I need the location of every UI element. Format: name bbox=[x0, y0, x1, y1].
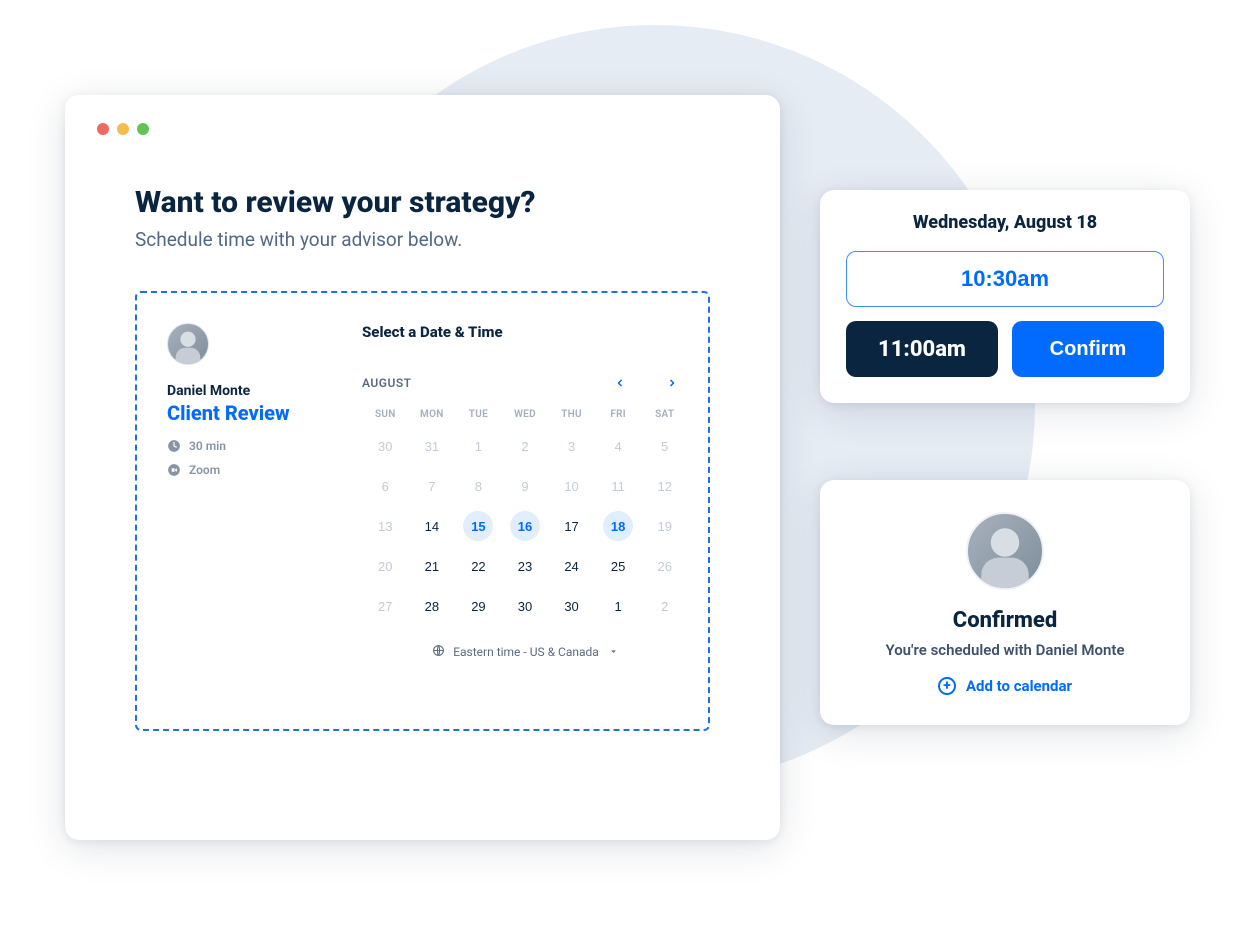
calendar-day-24[interactable]: 24 bbox=[557, 551, 587, 581]
page-title: Want to review your strategy? bbox=[135, 185, 748, 220]
calendar-day-27: 27 bbox=[370, 591, 400, 621]
next-month-button[interactable] bbox=[660, 371, 684, 395]
calendar-day-23[interactable]: 23 bbox=[510, 551, 540, 581]
calendar-day-22[interactable]: 22 bbox=[463, 551, 493, 581]
window-close-icon[interactable] bbox=[97, 123, 109, 135]
add-to-calendar-label: Add to calendar bbox=[966, 677, 1072, 695]
advisor-name: Daniel Monte bbox=[167, 383, 332, 399]
weekday-label: FRI bbox=[595, 409, 642, 420]
scheduling-embed: Daniel Monte Client Review 30 min Zoom S… bbox=[135, 291, 710, 731]
calendar-week: 27 28 29 30 30 12 bbox=[362, 586, 688, 626]
plus-circle-icon: + bbox=[938, 677, 956, 695]
calendar-day-3: 3 bbox=[557, 431, 587, 461]
calendar-day-30[interactable]: 30 bbox=[510, 591, 540, 621]
calendar-day-7: 7 bbox=[417, 471, 447, 501]
window-zoom-icon[interactable] bbox=[137, 123, 149, 135]
weekday-label: TUE bbox=[455, 409, 502, 420]
calendar-day-15[interactable]: 15 bbox=[463, 511, 493, 541]
add-to-calendar-button[interactable]: + Add to calendar bbox=[938, 677, 1072, 695]
weekday-header: SUNMONTUEWEDTHUFRISAT bbox=[362, 409, 688, 420]
chevron-down-icon bbox=[609, 645, 618, 659]
weekday-label: MON bbox=[409, 409, 456, 420]
calendar-grid: 3031123456789101112131415161718192021222… bbox=[362, 426, 688, 626]
month-label: AUGUST bbox=[362, 376, 608, 390]
calendar-day-1[interactable]: 1 bbox=[603, 591, 633, 621]
calendar-day-8: 8 bbox=[463, 471, 493, 501]
weekday-label: THU bbox=[548, 409, 595, 420]
clock-icon bbox=[167, 439, 181, 453]
calendar-day-29[interactable]: 29 bbox=[463, 591, 493, 621]
page-subtitle: Schedule time with your advisor below. bbox=[135, 228, 748, 251]
advisor-column: Daniel Monte Client Review 30 min Zoom bbox=[157, 323, 332, 709]
calendar-day-10: 10 bbox=[557, 471, 587, 501]
duration-label: 30 min bbox=[189, 439, 226, 453]
window-traffic-lights bbox=[97, 123, 748, 135]
time-picker-panel: Wednesday, August 18 10:30am 11:00am Con… bbox=[820, 190, 1190, 403]
selected-date-label: Wednesday, August 18 bbox=[846, 212, 1164, 233]
month-nav: AUGUST bbox=[362, 371, 688, 395]
calendar-day-25[interactable]: 25 bbox=[603, 551, 633, 581]
calendar-day-2: 2 bbox=[510, 431, 540, 461]
weekday-label: SUN bbox=[362, 409, 409, 420]
advisor-avatar-large bbox=[966, 512, 1044, 590]
weekday-label: SAT bbox=[641, 409, 688, 420]
calendar-day-5: 5 bbox=[650, 431, 680, 461]
confirmation-panel: Confirmed You're scheduled with Daniel M… bbox=[820, 480, 1190, 725]
calendar-week: 13 14 15 16 17 18 19 bbox=[362, 506, 688, 546]
calendar-day-1: 1 bbox=[463, 431, 493, 461]
time-slot-1030[interactable]: 10:30am bbox=[846, 251, 1164, 307]
calendar-day-21[interactable]: 21 bbox=[417, 551, 447, 581]
confirm-button[interactable]: Confirm bbox=[1012, 321, 1164, 377]
confirmation-subtitle: You're scheduled with Daniel Monte bbox=[846, 641, 1164, 659]
calendar-day-30: 30 bbox=[370, 431, 400, 461]
calendar-week: 6789 10 11 12 bbox=[362, 466, 688, 506]
weekday-label: WED bbox=[502, 409, 549, 420]
calendar-day-12: 12 bbox=[650, 471, 680, 501]
event-title: Client Review bbox=[167, 401, 332, 425]
globe-icon bbox=[432, 644, 445, 660]
duration-row: 30 min bbox=[167, 439, 332, 453]
location-row: Zoom bbox=[167, 463, 332, 477]
advisor-avatar bbox=[167, 323, 209, 365]
calendar-day-26: 26 bbox=[650, 551, 680, 581]
calendar-day-28[interactable]: 28 bbox=[417, 591, 447, 621]
calendar-day-19: 19 bbox=[650, 511, 680, 541]
calendar-day-6: 6 bbox=[370, 471, 400, 501]
calendar-week: 20 21 22 23 24 25 26 bbox=[362, 546, 688, 586]
calendar-day-20: 20 bbox=[370, 551, 400, 581]
scheduling-window: Want to review your strategy? Schedule t… bbox=[65, 95, 780, 840]
timezone-selector[interactable]: Eastern time - US & Canada bbox=[362, 644, 688, 660]
window-minimize-icon[interactable] bbox=[117, 123, 129, 135]
confirmation-title: Confirmed bbox=[846, 608, 1164, 633]
calendar-day-9: 9 bbox=[510, 471, 540, 501]
calendar-day-30[interactable]: 30 bbox=[557, 591, 587, 621]
calendar-week: 30 31 12345 bbox=[362, 426, 688, 466]
calendar-day-16[interactable]: 16 bbox=[510, 511, 540, 541]
calendar-day-17[interactable]: 17 bbox=[557, 511, 587, 541]
video-icon bbox=[167, 463, 181, 477]
calendar-day-14[interactable]: 14 bbox=[417, 511, 447, 541]
calendar-title: Select a Date & Time bbox=[362, 323, 688, 341]
calendar-day-2: 2 bbox=[650, 591, 680, 621]
calendar-day-31: 31 bbox=[417, 431, 447, 461]
time-slot-selected[interactable]: 11:00am bbox=[846, 321, 998, 377]
location-label: Zoom bbox=[189, 463, 220, 477]
calendar-day-13: 13 bbox=[370, 511, 400, 541]
prev-month-button[interactable] bbox=[608, 371, 632, 395]
calendar-day-11: 11 bbox=[603, 471, 633, 501]
calendar-column: Select a Date & Time AUGUST SUNMONTUEWED… bbox=[362, 323, 688, 709]
timezone-label: Eastern time - US & Canada bbox=[453, 645, 599, 659]
calendar-day-4: 4 bbox=[603, 431, 633, 461]
calendar-day-18[interactable]: 18 bbox=[603, 511, 633, 541]
